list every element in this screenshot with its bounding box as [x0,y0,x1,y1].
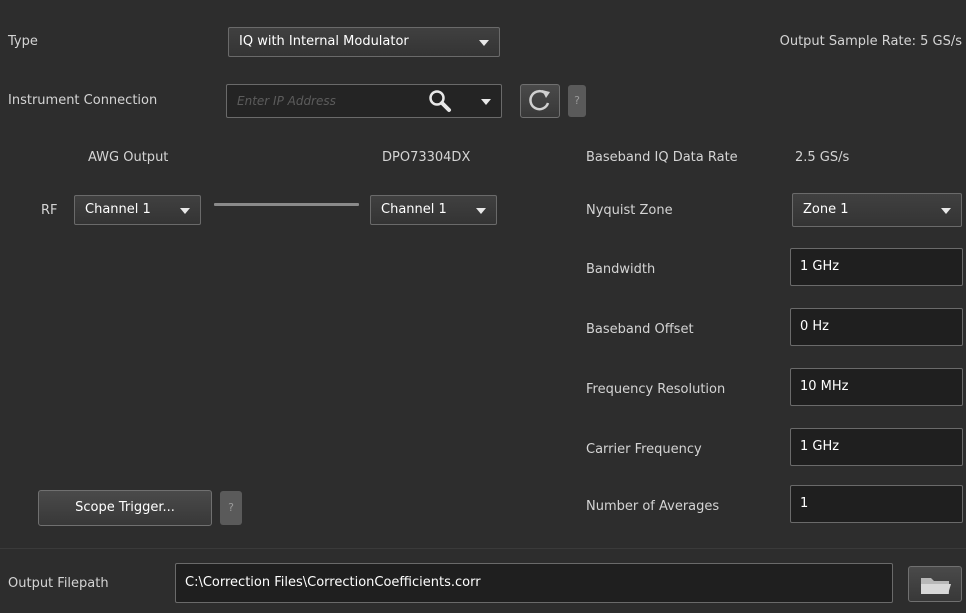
baseband-offset-field[interactable]: 0 Hz [790,308,963,346]
divider [0,548,966,549]
ip-address-combo[interactable]: Enter IP Address [226,84,502,118]
awg-output-heading: AWG Output [88,150,169,165]
frequency-resolution-label: Frequency Resolution [586,382,726,397]
help-icon[interactable]: ? [568,85,586,117]
folder-icon [921,578,951,594]
bandwidth-label: Bandwidth [586,262,656,277]
output-sample-rate-label: Output Sample Rate: [779,34,916,49]
nyquist-zone-label: Nyquist Zone [586,203,673,218]
channel-connector-line [214,203,359,206]
instrument-connection-label: Instrument Connection [8,93,158,108]
scope-trigger-button[interactable]: Scope Trigger... [38,490,212,526]
search-icon[interactable] [427,88,453,114]
scope-heading: DPO73304DX [382,150,471,165]
baseband-iq-value: 2.5 GS/s [795,150,850,165]
refresh-icon [529,89,550,111]
nyquist-zone-select[interactable]: Zone 1 [792,193,962,227]
baseband-iq-label: Baseband IQ Data Rate [586,150,738,165]
number-of-averages-field[interactable]: 1 [790,485,963,523]
baseband-offset-label: Baseband Offset [586,322,694,337]
carrier-frequency-label: Carrier Frequency [586,442,702,457]
output-sample-rate: Output Sample Rate: 5 GS/s [780,34,962,49]
output-filepath-label: Output Filepath [8,576,109,591]
number-of-averages-label: Number of Averages [586,499,720,514]
dropdown-arrow-icon [476,208,486,214]
ip-address-placeholder: Enter IP Address [237,94,336,108]
carrier-frequency-field[interactable]: 1 GHz [790,428,963,466]
nyquist-zone-value: Zone 1 [803,202,849,217]
type-label: Type [8,34,38,49]
bandwidth-field[interactable]: 1 GHz [790,248,963,286]
scope-channel-select[interactable]: Channel 1 [370,195,497,225]
browse-folder-button[interactable] [908,566,962,602]
dropdown-arrow-icon [479,40,489,46]
help-icon[interactable]: ? [220,491,242,525]
frequency-resolution-field[interactable]: 10 MHz [790,368,963,406]
scope-channel-value: Channel 1 [381,202,447,217]
output-filepath-field[interactable]: C:\Correction Files\CorrectionCoefficien… [175,563,893,603]
output-sample-rate-value: 5 GS/s [920,34,962,49]
refresh-button[interactable] [520,84,560,118]
type-value: IQ with Internal Modulator [239,34,409,49]
awg-channel-select[interactable]: Channel 1 [74,195,201,225]
dropdown-arrow-icon [941,208,951,214]
awg-channel-value: Channel 1 [85,202,151,217]
rf-label: RF [41,203,58,218]
dropdown-arrow-icon [180,208,190,214]
type-select[interactable]: IQ with Internal Modulator [228,27,500,57]
dropdown-arrow-icon[interactable] [481,99,491,105]
